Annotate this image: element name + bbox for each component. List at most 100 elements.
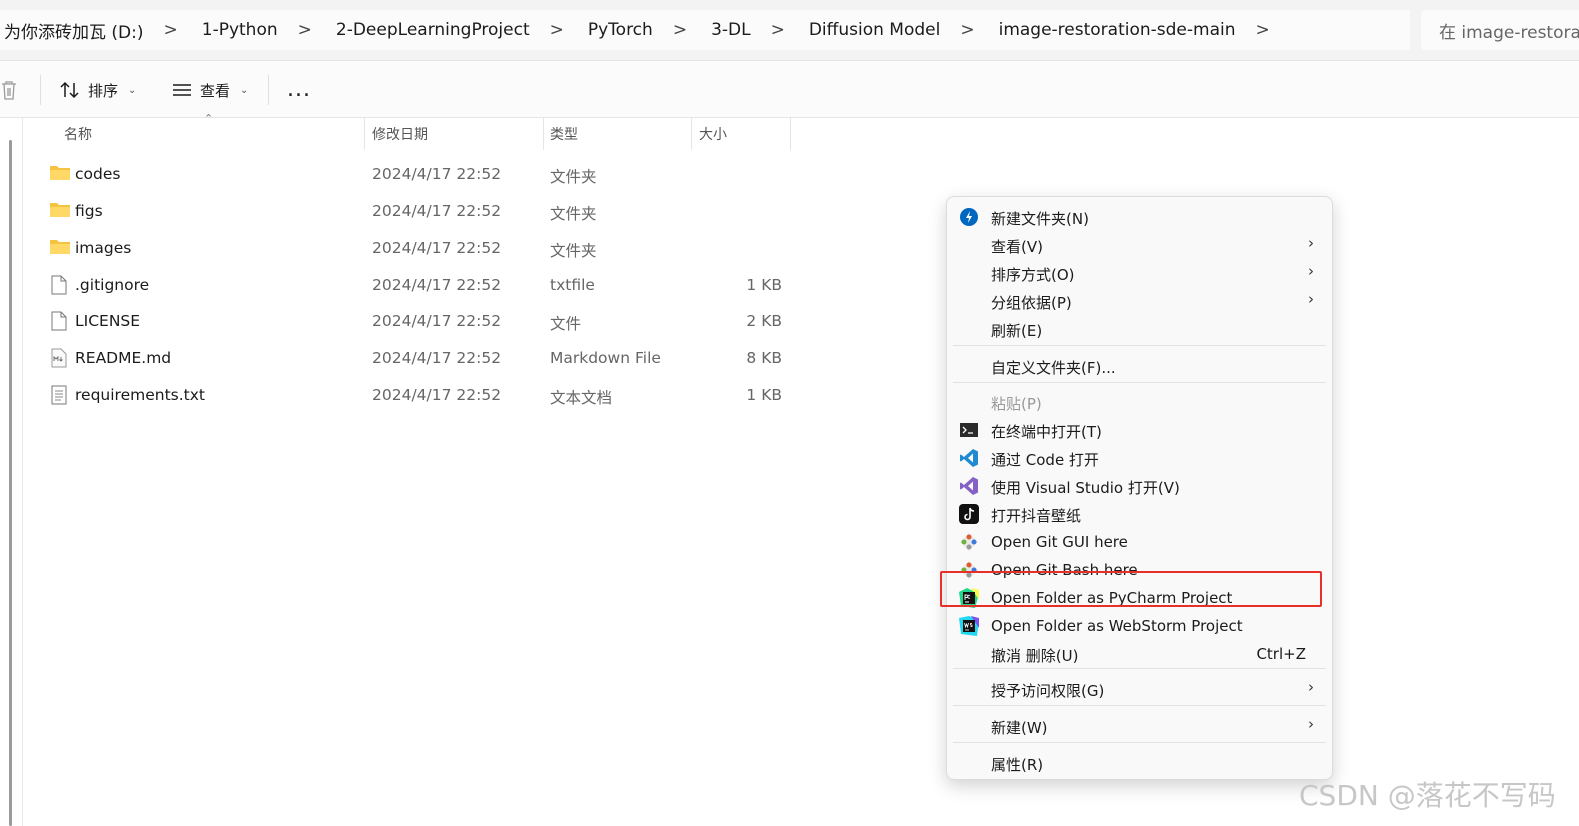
file-name: requirements.txt: [75, 386, 205, 404]
menu-separator: [953, 705, 1326, 706]
chevron-down-icon: ⌄: [128, 84, 137, 96]
file-icon: [51, 311, 67, 331]
watermark: CSDN @落花不写码: [1299, 779, 1556, 812]
menu-item-open-webstorm[interactable]: Open Folder as WebStorm Project: [947, 612, 1332, 640]
visual-studio-icon: [960, 477, 978, 495]
breadcrumb-item[interactable]: 2-DeepLearningProject: [332, 20, 530, 40]
menu-separator: [953, 345, 1326, 346]
toolbar-divider: [268, 75, 269, 105]
breadcrumb-item[interactable]: Diffusion Model: [805, 20, 941, 40]
sort-button[interactable]: 排序 ⌄: [60, 75, 136, 105]
toolbar-divider: [40, 75, 41, 105]
menu-item-open-with-code[interactable]: 通过 Code 打开: [947, 444, 1332, 472]
menu-item-properties[interactable]: 属性(R): [947, 749, 1332, 777]
menu-item-git-gui[interactable]: Open Git GUI here: [947, 528, 1332, 556]
breadcrumb-item[interactable]: 为你添砖加瓦 (D:): [0, 18, 144, 43]
chevron-right-icon[interactable]: >: [940, 20, 994, 40]
chevron-down-icon: ⌄: [240, 84, 249, 96]
view-button[interactable]: 查看 ⌄: [172, 75, 248, 105]
breadcrumb-item[interactable]: 1-Python: [198, 20, 278, 40]
menu-item-grant-access[interactable]: 授予访问权限(G) ›: [947, 675, 1332, 703]
menu-item-new[interactable]: 新建(W) ›: [947, 712, 1332, 740]
column-separator[interactable]: [543, 118, 544, 150]
column-header-date[interactable]: 修改日期: [372, 118, 428, 150]
column-header-name[interactable]: 名称: [64, 118, 92, 150]
more-options-icon[interactable]: ...: [287, 77, 311, 102]
vscode-icon: [960, 449, 978, 467]
delete-icon[interactable]: [0, 79, 18, 101]
webstorm-icon: [959, 616, 979, 636]
chevron-right-icon[interactable]: >: [653, 20, 707, 40]
chevron-right-icon[interactable]: >: [530, 20, 584, 40]
file-size: 8 KB: [746, 349, 782, 367]
menu-item-open-visual-studio[interactable]: 使用 Visual Studio 打开(V): [947, 472, 1332, 500]
file-date: 2024/4/17 22:52: [372, 349, 502, 367]
menu-item-douyin-wallpaper[interactable]: 打开抖音壁纸: [947, 500, 1332, 528]
column-header-type[interactable]: 类型: [550, 118, 578, 150]
file-date: 2024/4/17 22:52: [372, 312, 502, 330]
file-date: 2024/4/17 22:52: [372, 386, 502, 404]
breadcrumb[interactable]: 为你添砖加瓦 (D:) > 1-Python > 2-DeepLearningP…: [0, 10, 1410, 50]
chevron-right-icon: ›: [1308, 715, 1314, 733]
file-row[interactable]: requirements.txt 2024/4/17 22:52 文本文档 1 …: [40, 377, 800, 413]
menu-item-refresh[interactable]: 刷新(E): [947, 315, 1332, 343]
new-folder-icon: [960, 208, 978, 226]
menu-item-customize-folder[interactable]: 自定义文件夹(F)...: [947, 352, 1332, 380]
highlight-box: [940, 571, 1322, 607]
column-header-size[interactable]: 大小: [699, 118, 727, 150]
file-type: 文件夹: [550, 242, 597, 260]
chevron-up-icon: ⌃: [204, 112, 214, 125]
folder-icon: [50, 240, 70, 254]
chevron-right-icon[interactable]: >: [144, 20, 198, 40]
chevron-right-icon[interactable]: >: [278, 20, 332, 40]
chevron-right-icon: ›: [1308, 234, 1314, 252]
file-name: LICENSE: [75, 312, 141, 330]
toolbar: 排序 ⌄ 查看 ⌄ ...: [0, 61, 1579, 118]
file-name: images: [75, 239, 132, 257]
shortcut-label: Ctrl+Z: [1256, 645, 1306, 663]
breadcrumb-item[interactable]: PyTorch: [584, 20, 653, 40]
menu-item-sort-by[interactable]: 排序方式(O) ›: [947, 259, 1332, 287]
sort-icon: [60, 81, 79, 99]
navigation-scrollbar[interactable]: [9, 140, 12, 826]
file-name: figs: [75, 202, 103, 220]
menu-item-new-folder[interactable]: 新建文件夹(N): [947, 203, 1332, 231]
file-row[interactable]: figs 2024/4/17 22:52 文件夹: [40, 193, 800, 229]
file-name: README.md: [75, 349, 172, 367]
file-date: 2024/4/17 22:52: [372, 202, 502, 220]
git-gui-icon: [960, 533, 978, 551]
terminal-icon: [960, 423, 978, 437]
breadcrumb-item[interactable]: 3-DL: [707, 20, 751, 40]
file-row[interactable]: README.md 2024/4/17 22:52 Markdown File …: [40, 340, 800, 376]
breadcrumb-item[interactable]: image-restoration-sde-main: [995, 20, 1236, 40]
menu-item-undo-delete[interactable]: 撤消 删除(U) Ctrl+Z: [947, 640, 1332, 668]
file-size: 2 KB: [746, 312, 782, 330]
menu-separator: [953, 742, 1326, 743]
file-row[interactable]: LICENSE 2024/4/17 22:52 文件 2 KB: [40, 303, 800, 339]
file-row[interactable]: images 2024/4/17 22:52 文件夹: [40, 230, 800, 266]
menu-item-view[interactable]: 查看(V) ›: [947, 231, 1332, 259]
chevron-right-icon[interactable]: >: [751, 20, 805, 40]
file-name: codes: [75, 165, 121, 183]
text-file-icon: [51, 385, 67, 405]
file-row[interactable]: codes 2024/4/17 22:52 文件夹: [40, 156, 800, 192]
column-separator[interactable]: [691, 118, 692, 150]
douyin-icon: [959, 504, 979, 524]
menu-separator: [953, 382, 1326, 383]
menu-item-group-by[interactable]: 分组依据(P) ›: [947, 287, 1332, 315]
file-row[interactable]: .gitignore 2024/4/17 22:52 txtfile 1 KB: [40, 267, 800, 303]
column-separator[interactable]: [790, 118, 791, 150]
file-type: 文件夹: [550, 205, 597, 223]
file-type: 文件夹: [550, 168, 597, 186]
menu-separator: [953, 668, 1326, 669]
file-type: Markdown File: [550, 349, 661, 367]
chevron-right-icon[interactable]: >: [1236, 20, 1290, 40]
chevron-right-icon: ›: [1308, 290, 1314, 308]
context-menu: 新建文件夹(N) 查看(V) › 排序方式(O) › 分组依据(P) › 刷新(…: [946, 196, 1333, 780]
folder-icon: [50, 203, 70, 217]
search-input[interactable]: 在 image-restora: [1421, 10, 1579, 50]
menu-item-open-terminal[interactable]: 在终端中打开(T): [947, 416, 1332, 444]
column-separator[interactable]: [364, 118, 365, 150]
folder-icon: [50, 166, 70, 180]
file-date: 2024/4/17 22:52: [372, 276, 502, 294]
